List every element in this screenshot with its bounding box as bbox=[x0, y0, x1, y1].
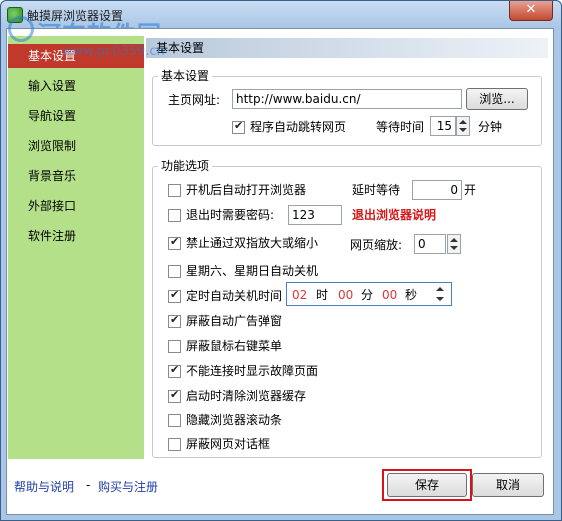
watermark-logo-icon bbox=[8, 16, 34, 42]
auto-jump-checkbox[interactable] bbox=[232, 119, 245, 134]
second-unit: 秒 bbox=[405, 288, 418, 302]
homepage-input[interactable]: http://www.baidu.cn/ bbox=[232, 89, 462, 109]
sidebar-item-input[interactable]: 输入设置 bbox=[8, 74, 144, 98]
basic-settings-legend: 基本设置 bbox=[158, 69, 213, 83]
offline-page-label: 不能连接时显示故障页面 bbox=[186, 364, 319, 378]
sidebar-item-external[interactable]: 外部接口 bbox=[8, 194, 144, 218]
spin-up-icon bbox=[450, 238, 458, 242]
hide-scrollbar-checkbox[interactable] bbox=[168, 414, 181, 427]
block-popup-label: 屏蔽自动广告弹窗 bbox=[186, 314, 283, 328]
hide-scrollbar-label: 隐藏浏览器滚动条 bbox=[186, 413, 283, 427]
homepage-label: 主页网址: bbox=[168, 93, 221, 107]
sidebar-item-navigation[interactable]: 导航设置 bbox=[8, 104, 144, 128]
no-zoom-checkbox[interactable] bbox=[168, 235, 181, 250]
block-popup-checkbox[interactable] bbox=[168, 313, 181, 328]
sidebar-item-music[interactable]: 背景音乐 bbox=[8, 164, 144, 188]
exit-password-checkbox[interactable] bbox=[168, 209, 181, 222]
cancel-button[interactable]: 取消 bbox=[472, 473, 544, 497]
zoom-spinner[interactable] bbox=[447, 234, 461, 254]
buy-register-link[interactable]: 购买与注册 bbox=[98, 478, 158, 495]
help-link[interactable]: 帮助与说明 bbox=[14, 478, 74, 495]
auto-jump-label: 程序自动跳转网页 bbox=[250, 120, 347, 134]
no-zoom-label: 禁止通过双指放大或缩小 bbox=[186, 236, 319, 250]
wait-time-input[interactable]: 15 bbox=[430, 116, 456, 136]
startup-label: 开机后自动打开浏览器 bbox=[186, 183, 307, 197]
clear-cache-checkbox[interactable] bbox=[168, 388, 181, 403]
block-right-click-checkbox[interactable] bbox=[168, 340, 181, 353]
hour-unit: 时 bbox=[316, 288, 329, 302]
minute-unit: 分 bbox=[361, 288, 374, 302]
content-header: 基本设置 bbox=[146, 38, 548, 58]
spin-down-icon bbox=[450, 246, 458, 250]
basic-settings-group bbox=[152, 76, 542, 146]
spin-up-icon bbox=[459, 120, 467, 124]
hour-value[interactable]: 02 bbox=[292, 287, 307, 303]
delay-input[interactable]: 0 bbox=[412, 180, 462, 200]
footer-separator: - bbox=[86, 478, 91, 492]
time-spinner[interactable] bbox=[434, 284, 448, 304]
delay-unit: 开 bbox=[464, 183, 477, 197]
weekend-shutdown-checkbox[interactable] bbox=[168, 265, 181, 278]
offline-page-checkbox[interactable] bbox=[168, 363, 181, 378]
startup-checkbox[interactable] bbox=[168, 184, 181, 197]
minute-value[interactable]: 00 bbox=[338, 287, 353, 303]
block-right-click-label: 屏蔽鼠标右键菜单 bbox=[186, 339, 283, 353]
wait-time-unit: 分钟 bbox=[478, 120, 503, 134]
wait-time-spinner[interactable] bbox=[456, 116, 470, 136]
spin-up-icon bbox=[436, 287, 444, 291]
exit-help-link[interactable]: 退出浏览器说明 bbox=[352, 207, 436, 223]
spin-down-icon bbox=[436, 297, 444, 301]
timer-shutdown-label: 定时自动关机时间 bbox=[186, 289, 283, 303]
feature-options-legend: 功能选项 bbox=[158, 159, 213, 173]
close-button[interactable]: ✕ bbox=[509, 1, 553, 21]
block-dialog-checkbox[interactable] bbox=[168, 438, 181, 451]
browse-button[interactable]: 浏览... bbox=[466, 88, 528, 110]
zoom-label: 网页缩放: bbox=[350, 238, 403, 252]
spin-down-icon bbox=[459, 128, 467, 132]
zoom-input[interactable]: 0 bbox=[414, 234, 446, 254]
watermark-url: www.pc0359.cn bbox=[62, 44, 165, 59]
block-dialog-label: 屏蔽网页对话框 bbox=[186, 437, 271, 451]
wait-time-label: 等待时间 bbox=[376, 120, 425, 134]
delay-label: 延时等待 bbox=[352, 183, 401, 197]
save-button[interactable]: 保存 bbox=[387, 473, 467, 497]
sidebar: 基本设置 输入设置 导航设置 浏览限制 背景音乐 外部接口 软件注册 bbox=[8, 36, 144, 459]
exit-password-input[interactable]: 123 bbox=[288, 205, 342, 225]
second-value[interactable]: 00 bbox=[382, 287, 397, 303]
sidebar-item-register[interactable]: 软件注册 bbox=[8, 224, 144, 248]
weekend-shutdown-label: 星期六、星期日自动关机 bbox=[186, 264, 319, 278]
clear-cache-label: 启动时清除浏览器缓存 bbox=[186, 389, 307, 403]
sidebar-item-browse-limit[interactable]: 浏览限制 bbox=[8, 134, 144, 158]
timer-shutdown-checkbox[interactable] bbox=[168, 288, 181, 303]
exit-password-label: 退出时需要密码: bbox=[186, 208, 275, 222]
